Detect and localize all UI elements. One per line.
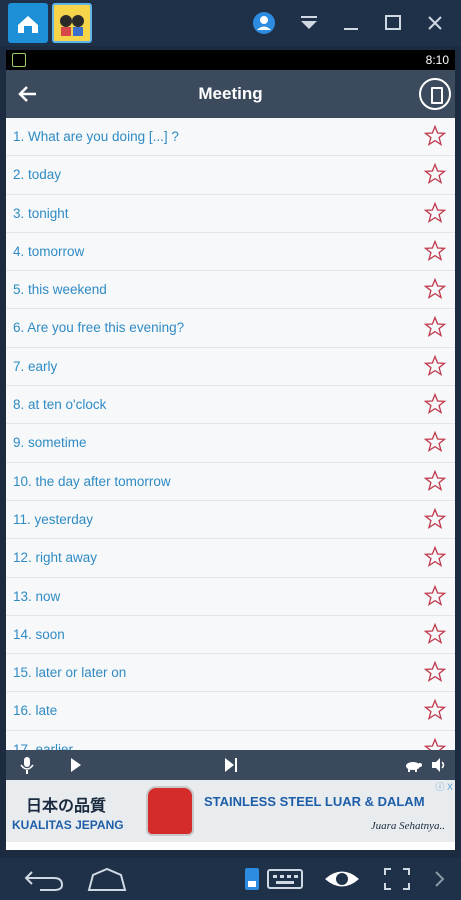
star-outline-icon[interactable] [423, 277, 447, 301]
phrase-label: 6. Are you free this evening? [13, 320, 185, 336]
fullscreen-icon[interactable] [382, 866, 412, 892]
ad-jp-text: 日本の品質 [26, 796, 107, 815]
star-outline-icon[interactable] [423, 698, 447, 722]
star-outline-icon[interactable] [423, 469, 447, 493]
phrase-list: 1. What are you doing [...] ? 2. today 3. … [6, 118, 455, 750]
phrase-label: 4. tomorrow [13, 243, 85, 259]
dropdown-icon[interactable] [296, 10, 322, 36]
back-icon[interactable] [22, 866, 66, 892]
star-outline-icon[interactable] [423, 354, 447, 378]
minimize-icon[interactable] [338, 10, 364, 36]
star-outline-icon[interactable] [423, 507, 447, 531]
phrase-label: 3. tonight [13, 205, 69, 221]
list-item[interactable]: 11. yesterday [6, 501, 455, 540]
turtle-slow-icon[interactable] [402, 754, 424, 776]
list-item[interactable]: 8. at ten o'clock [6, 386, 455, 425]
list-item[interactable]: 7. early [6, 348, 455, 387]
list-item[interactable]: 16. late [6, 692, 455, 731]
skip-next-icon[interactable] [220, 754, 242, 776]
list-item[interactable]: 13. now [6, 578, 455, 616]
phrase-label: 9. sometime [13, 435, 87, 451]
microphone-icon[interactable] [16, 754, 38, 776]
star-outline-icon[interactable] [423, 315, 447, 339]
emulator-navbar [0, 858, 461, 900]
list-item[interactable]: 14. soon [6, 616, 455, 655]
list-item[interactable]: 2. today [6, 156, 455, 195]
audio-player-bar [6, 750, 455, 780]
phrase-label: 5. this weekend [13, 282, 107, 298]
home-tab-icon[interactable] [8, 3, 48, 43]
phrase-label: 10. the day after tomorrow [13, 473, 171, 489]
ad-kualitas: KUALITAS JEPANG [12, 818, 124, 832]
status-bar: 8:10 [6, 50, 455, 70]
list-item[interactable]: 17. earlier [6, 731, 455, 750]
phrase-label: 1. What are you doing [...] ? [13, 129, 179, 144]
app-bar: Meeting [6, 70, 455, 118]
sim-icon [12, 53, 26, 67]
list-item[interactable]: 12. right away [6, 539, 455, 578]
emulator-titlebar [0, 0, 461, 46]
close-icon[interactable] [422, 10, 448, 36]
exit-icon[interactable] [419, 78, 451, 110]
eye-icon[interactable] [322, 866, 362, 892]
list-item[interactable]: 9. sometime [6, 424, 455, 463]
ad-tagline: Juara Sehatnya.. [370, 820, 445, 832]
home-icon[interactable] [86, 866, 128, 892]
star-outline-icon[interactable] [423, 124, 447, 148]
star-outline-icon[interactable] [423, 584, 447, 608]
list-item[interactable]: 6. Are you free this evening? [6, 309, 455, 348]
rice-cooker-image [146, 786, 194, 836]
star-outline-icon[interactable] [423, 660, 447, 684]
list-item[interactable]: 1. What are you doing [...] ? [6, 118, 455, 157]
list-item[interactable]: 5. this weekend [6, 271, 455, 310]
star-outline-icon[interactable] [423, 622, 447, 646]
list-item[interactable]: 10. the day after tomorrow [6, 463, 455, 501]
keyboard-icon[interactable] [266, 866, 304, 892]
status-time: 8:10 [425, 53, 449, 67]
phone-screen: 8:10 Meeting 1. What are you doing [...]… [6, 50, 455, 850]
star-outline-icon[interactable] [423, 430, 447, 454]
phrase-label: 17. earlier [13, 741, 74, 750]
ad-banner[interactable]: 日本の品質 KUALITAS JEPANG STAINLESS STEEL LU… [6, 780, 455, 842]
page-title: Meeting [198, 84, 263, 103]
volume-icon[interactable] [428, 754, 450, 776]
account-icon[interactable] [251, 10, 277, 36]
phrase-label: 2. today [13, 167, 62, 183]
phrase-label: 7. early [13, 358, 58, 374]
star-outline-icon[interactable] [423, 201, 447, 225]
star-outline-icon[interactable] [423, 239, 447, 263]
portrait-icon[interactable] [242, 866, 262, 892]
play-icon[interactable] [64, 754, 86, 776]
list-item[interactable]: 15. later or later on [6, 654, 455, 693]
maximize-icon[interactable] [380, 10, 406, 36]
phrase-label: 12. right away [13, 550, 98, 566]
phrase-label: 13. now [13, 588, 61, 604]
chevron-right-icon[interactable] [430, 866, 448, 892]
phrase-label: 15. later or later on [13, 665, 127, 681]
adchoices-icon[interactable]: ⓘ X [435, 780, 453, 793]
app-tab-icon[interactable] [52, 3, 92, 43]
ad-headline: STAINLESS STEEL LUAR & DALAM [204, 794, 425, 809]
list-item[interactable]: 4. tomorrow [6, 233, 455, 272]
phrase-label: 14. soon [13, 626, 65, 642]
star-outline-icon[interactable] [423, 545, 447, 569]
phrase-label: 8. at ten o'clock [13, 397, 107, 413]
star-outline-icon[interactable] [423, 737, 447, 750]
star-outline-icon[interactable] [423, 162, 447, 186]
star-outline-icon[interactable] [423, 392, 447, 416]
emulator-window: 8:10 Meeting 1. What are you doing [...]… [0, 0, 461, 900]
phrase-label: 16. late [13, 703, 58, 719]
list-item[interactable]: 3. tonight [6, 195, 455, 233]
phrase-label: 11. yesterday [13, 511, 94, 527]
